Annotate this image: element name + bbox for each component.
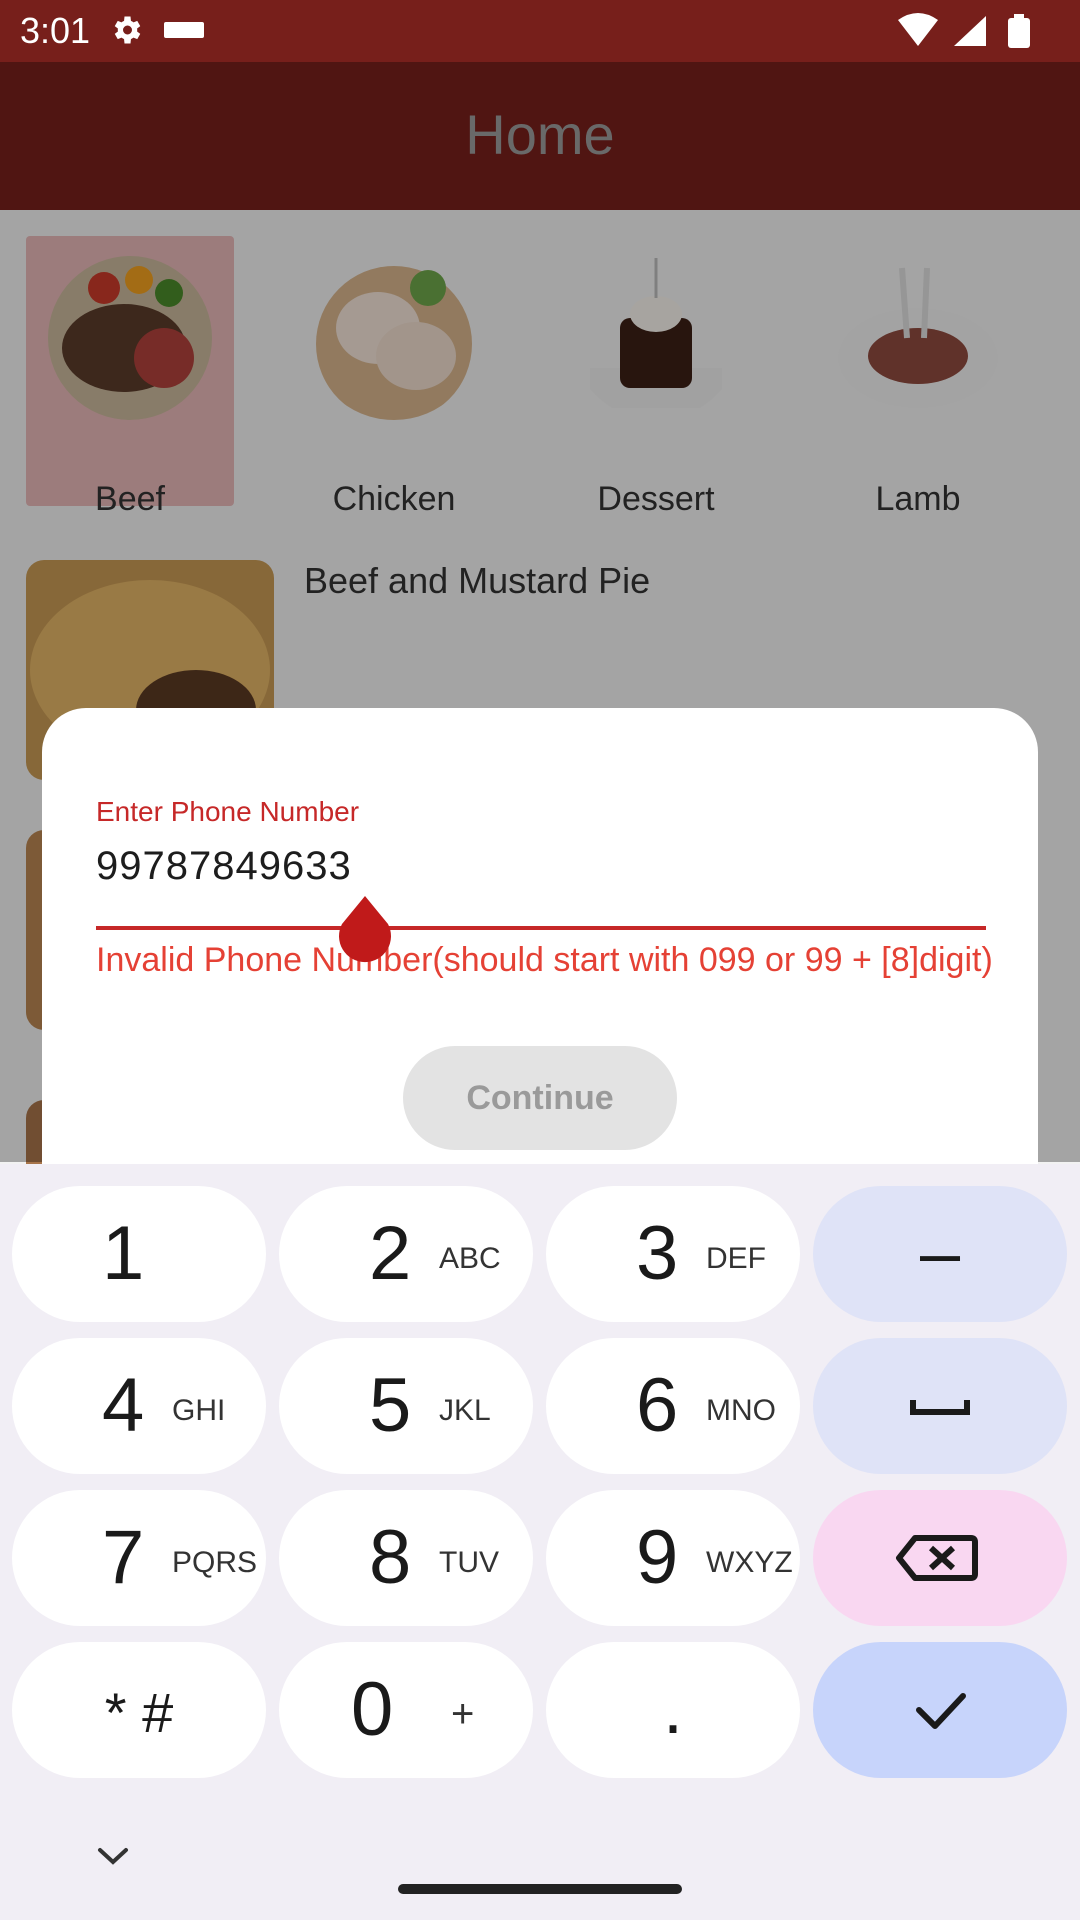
key-9[interactable]: 9 WXYZ	[546, 1490, 800, 1626]
key-digit: 0	[351, 1667, 394, 1752]
chevron-down-icon[interactable]	[96, 1844, 130, 1868]
key-digit: 1	[102, 1211, 145, 1296]
key-7[interactable]: 7 PQRS	[12, 1490, 266, 1626]
key-4[interactable]: 4 GHI	[12, 1338, 266, 1474]
key-digit: 4	[102, 1363, 145, 1448]
key-2[interactable]: 2 ABC	[279, 1186, 533, 1322]
key-digit: 8	[369, 1515, 412, 1600]
key-8[interactable]: 8 TUV	[279, 1490, 533, 1626]
signal-icon	[954, 16, 986, 46]
key-digit: 5	[369, 1363, 412, 1448]
key-3[interactable]: 3 DEF	[546, 1186, 800, 1322]
battery-icon	[1008, 14, 1030, 48]
key-letters: PQRS	[172, 1546, 258, 1579]
notification-bar-icon	[164, 22, 204, 38]
key-digit: 6	[636, 1363, 679, 1448]
gesture-navigation-bar[interactable]	[398, 1884, 682, 1894]
key-5[interactable]: 5 JKL	[279, 1338, 533, 1474]
key-digit: 7	[102, 1515, 145, 1600]
key-letters: TUV	[439, 1546, 499, 1579]
system-status-icons	[898, 13, 1030, 48]
key-digit: 9	[636, 1515, 679, 1600]
error-message: Invalid Phone Number(should start with 0…	[96, 941, 993, 979]
key-letters: JKL	[439, 1394, 491, 1427]
checkmark-icon	[916, 1693, 966, 1729]
phone-number-dialog: Enter Phone Number 99787849633 Invalid P…	[42, 708, 1038, 1168]
key-letters: ABC	[439, 1242, 501, 1275]
key-letters: GHI	[172, 1394, 226, 1427]
status-time: 3:01	[20, 10, 91, 51]
key-dash[interactable]: –	[813, 1186, 1067, 1322]
key-letters: MNO	[706, 1394, 776, 1427]
key-dot[interactable]: .	[546, 1642, 800, 1778]
settings-gear-icon	[114, 16, 141, 44]
key-letters: WXYZ	[706, 1546, 793, 1579]
numeric-keyboard: 1 2 ABC 3 DEF – 4 GHI 5 JKL 6 MNO 7 PQRS…	[0, 1164, 1080, 1920]
text-cursor-handle-icon[interactable]	[336, 896, 394, 966]
input-underline	[96, 926, 986, 930]
wifi-icon	[898, 13, 938, 46]
status-bar: 3:01	[0, 0, 1080, 62]
backspace-icon	[896, 1535, 978, 1581]
key-digit: 3	[636, 1211, 679, 1296]
key-1[interactable]: 1	[12, 1186, 266, 1322]
key-backspace[interactable]	[813, 1490, 1067, 1626]
key-letters: DEF	[706, 1242, 766, 1275]
key-6[interactable]: 6 MNO	[546, 1338, 800, 1474]
key-dash-label: –	[919, 1213, 961, 1293]
space-icon	[910, 1400, 970, 1415]
continue-button[interactable]: Continue	[403, 1046, 677, 1150]
key-symbols[interactable]: * #	[12, 1642, 266, 1778]
key-done[interactable]	[813, 1642, 1067, 1778]
key-symbols-label: * #	[104, 1681, 174, 1744]
key-0[interactable]: 0 +	[279, 1642, 533, 1778]
key-digit: 2	[369, 1211, 412, 1296]
phone-number-input[interactable]: 99787849633	[96, 844, 352, 889]
key-dot-label: .	[662, 1669, 683, 1749]
key-letters: +	[451, 1692, 475, 1736]
key-space[interactable]	[813, 1338, 1067, 1474]
phone-field-label: Enter Phone Number	[96, 796, 360, 827]
